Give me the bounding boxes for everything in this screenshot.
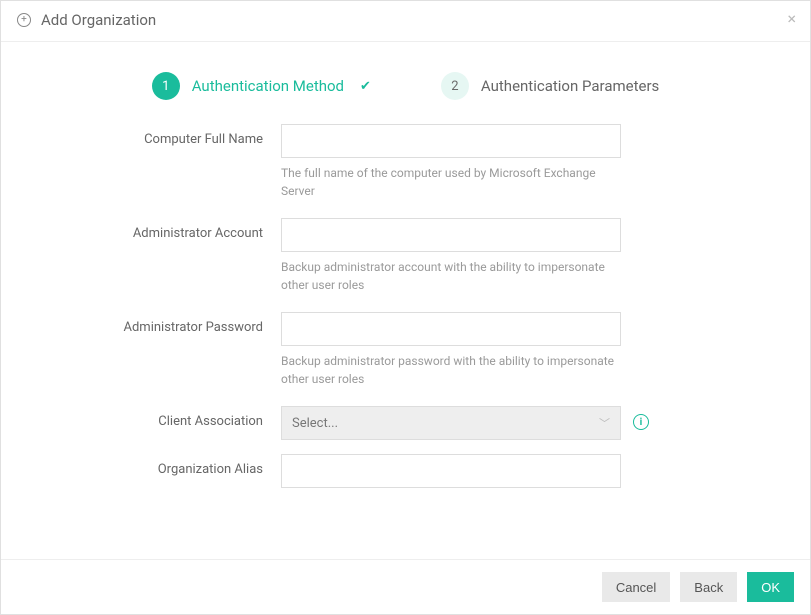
dialog-title: Add Organization bbox=[41, 11, 156, 29]
step-label: Authentication Parameters bbox=[481, 77, 659, 95]
add-organization-dialog: + Add Organization × 1 Authentication Me… bbox=[0, 0, 811, 615]
helper-computer-full-name: The full name of the computer used by Mi… bbox=[281, 164, 621, 200]
plus-circle-icon: + bbox=[17, 13, 31, 27]
step-number-badge: 2 bbox=[441, 72, 469, 100]
ok-button[interactable]: OK bbox=[747, 572, 794, 602]
step-number-badge: 1 bbox=[152, 72, 180, 100]
check-icon: ✔ bbox=[360, 79, 371, 94]
computer-full-name-input[interactable] bbox=[281, 124, 621, 158]
label-client-association: Client Association bbox=[61, 406, 281, 429]
step-authentication-method[interactable]: 1 Authentication Method ✔ bbox=[152, 72, 371, 100]
info-icon[interactable]: i bbox=[633, 414, 649, 430]
administrator-account-input[interactable] bbox=[281, 218, 621, 252]
helper-administrator-password: Backup administrator password with the a… bbox=[281, 352, 621, 388]
dialog-footer: Cancel Back OK bbox=[1, 559, 810, 614]
dialog-titlebar: + Add Organization × bbox=[1, 1, 810, 42]
row-administrator-password: Administrator Password Backup administra… bbox=[61, 312, 750, 388]
row-computer-full-name: Computer Full Name The full name of the … bbox=[61, 124, 750, 200]
step-authentication-parameters[interactable]: 2 Authentication Parameters bbox=[441, 72, 659, 100]
row-organization-alias: Organization Alias bbox=[61, 454, 750, 488]
row-administrator-account: Administrator Account Backup administrat… bbox=[61, 218, 750, 294]
helper-administrator-account: Backup administrator account with the ab… bbox=[281, 258, 621, 294]
label-administrator-password: Administrator Password bbox=[61, 312, 281, 335]
close-icon[interactable]: × bbox=[787, 11, 796, 27]
label-administrator-account: Administrator Account bbox=[61, 218, 281, 241]
row-client-association: Client Association Select... ﹀ i bbox=[61, 406, 750, 440]
form-area: Computer Full Name The full name of the … bbox=[1, 124, 810, 559]
back-button[interactable]: Back bbox=[680, 572, 737, 602]
step-label: Authentication Method bbox=[192, 77, 344, 95]
label-computer-full-name: Computer Full Name bbox=[61, 124, 281, 147]
cancel-button[interactable]: Cancel bbox=[602, 572, 670, 602]
chevron-down-icon: ﹀ bbox=[599, 415, 610, 431]
select-placeholder: Select... bbox=[292, 416, 338, 431]
administrator-password-input[interactable] bbox=[281, 312, 621, 346]
organization-alias-input[interactable] bbox=[281, 454, 621, 488]
label-organization-alias: Organization Alias bbox=[61, 454, 281, 477]
wizard-stepper: 1 Authentication Method ✔ 2 Authenticati… bbox=[1, 42, 810, 124]
client-association-select[interactable]: Select... ﹀ bbox=[281, 406, 621, 440]
